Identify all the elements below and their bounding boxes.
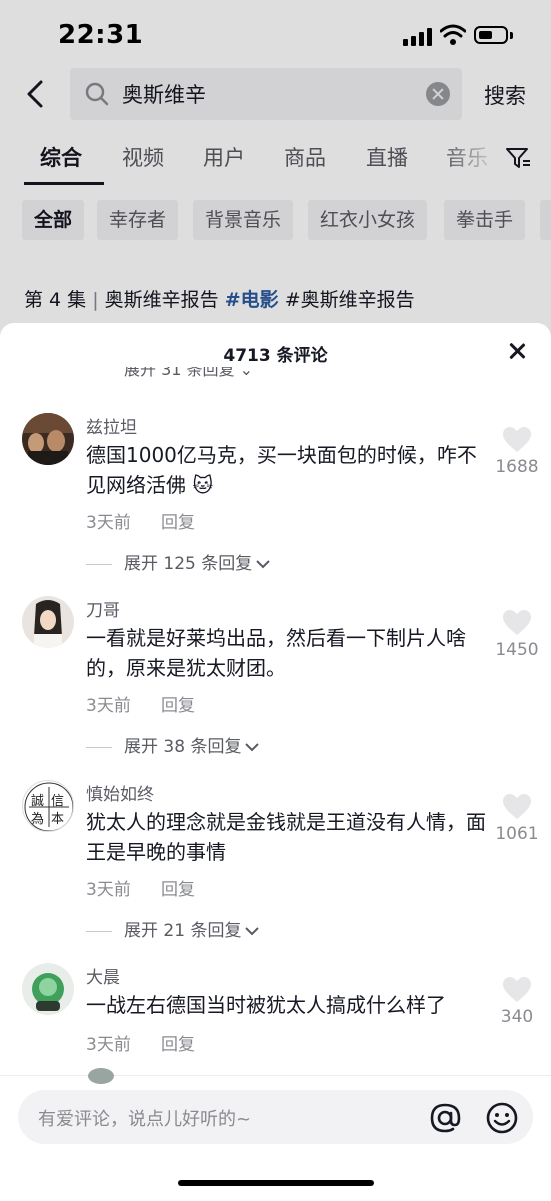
comment-item: 大晨 一战左右德国当时被犹太人搞成什么样了 3天前 回复 340 bbox=[0, 963, 551, 1073]
close-icon[interactable] bbox=[505, 339, 529, 363]
comment-time: 3天前 bbox=[86, 513, 131, 533]
chevron-down-icon bbox=[245, 927, 260, 936]
like-button[interactable]: 1061 bbox=[494, 794, 540, 854]
like-count: 1061 bbox=[495, 824, 539, 844]
like-button[interactable]: 1688 bbox=[494, 427, 540, 487]
at-icon[interactable] bbox=[428, 1101, 462, 1135]
comment-text: 德国1000亿马克，买一块面包的时候，咋不见网络活佛 🐱 bbox=[86, 443, 477, 497]
avatar bbox=[88, 1068, 114, 1084]
reply-button[interactable]: 回复 bbox=[161, 508, 195, 533]
avatar[interactable] bbox=[22, 413, 74, 465]
comment-input-bar: 有爱评论，说点儿好听的~ bbox=[0, 1068, 551, 1201]
home-indicator[interactable] bbox=[178, 1180, 374, 1186]
comment-time: 3天前 bbox=[86, 880, 131, 900]
comment-time: 3天前 bbox=[86, 696, 131, 716]
heart-icon bbox=[503, 794, 531, 819]
comment-username[interactable]: 慎始如终 bbox=[86, 780, 154, 805]
reply-button[interactable]: 回复 bbox=[161, 875, 195, 900]
comments-count: 4713 条评论 bbox=[223, 346, 328, 366]
heart-icon bbox=[503, 610, 531, 635]
expand-replies-partial[interactable]: 展开 31 条回复 ⌄ bbox=[124, 367, 253, 379]
smiley-icon[interactable] bbox=[485, 1101, 519, 1135]
comment-item: 誠 信 為 本 慎始如终 犹太人的理念就是金钱就是王道没有人情，面王是早晚的事情… bbox=[0, 780, 551, 941]
comment-text: 犹太人的理念就是金钱就是王道没有人情，面王是早晚的事情 bbox=[86, 810, 486, 864]
avatar[interactable] bbox=[22, 963, 74, 1015]
comment-input-placeholder: 有爱评论，说点儿好听的~ bbox=[38, 1109, 252, 1130]
heart-icon bbox=[503, 427, 531, 452]
expand-replies-button[interactable]: 展开 125 条回复 bbox=[86, 549, 270, 574]
like-button[interactable]: 340 bbox=[494, 977, 540, 1037]
expand-replies-button[interactable]: 展开 38 条回复 bbox=[86, 732, 260, 757]
comment-username[interactable]: 刀哥 bbox=[86, 596, 120, 621]
comment-time: 3天前 bbox=[86, 1035, 131, 1055]
chevron-down-icon bbox=[245, 743, 260, 752]
cat-emoji-icon: 🐱 bbox=[192, 473, 214, 497]
like-count: 1450 bbox=[495, 640, 539, 660]
avatar[interactable]: 誠 信 為 本 bbox=[22, 780, 74, 832]
like-count: 1688 bbox=[495, 457, 539, 477]
like-count: 340 bbox=[500, 1007, 534, 1027]
expand-replies-button[interactable]: 展开 21 条回复 bbox=[86, 916, 260, 941]
comment-input[interactable]: 有爱评论，说点儿好听的~ bbox=[18, 1090, 533, 1144]
comment-item: 兹拉坦 德国1000亿马克，买一块面包的时候，咋不见网络活佛 🐱 3天前 回复 … bbox=[0, 413, 551, 574]
heart-icon bbox=[503, 977, 531, 1002]
like-button[interactable]: 1450 bbox=[494, 610, 540, 670]
comments-sheet: 4713 条评论 展开 31 条回复 ⌄ 兹拉坦 德国1000亿马克，买一块面包… bbox=[0, 323, 551, 1200]
comment-item: 刀哥 一看就是好莱坞出品，然后看一下制片人啥的，原来是犹太财团。 3天前 回复 … bbox=[0, 596, 551, 757]
comment-text: 一看就是好莱坞出品，然后看一下制片人啥的，原来是犹太财团。 bbox=[86, 626, 466, 680]
reply-button[interactable]: 回复 bbox=[161, 691, 195, 716]
comment-username[interactable]: 兹拉坦 bbox=[86, 413, 137, 438]
reply-button[interactable]: 回复 bbox=[161, 1030, 195, 1055]
comment-username[interactable]: 大晨 bbox=[86, 963, 120, 988]
avatar[interactable] bbox=[22, 596, 74, 648]
comment-text: 一战左右德国当时被犹太人搞成什么样了 bbox=[86, 993, 446, 1017]
comments-header: 4713 条评论 展开 31 条回复 ⌄ bbox=[0, 323, 551, 379]
chevron-down-icon bbox=[256, 560, 270, 569]
